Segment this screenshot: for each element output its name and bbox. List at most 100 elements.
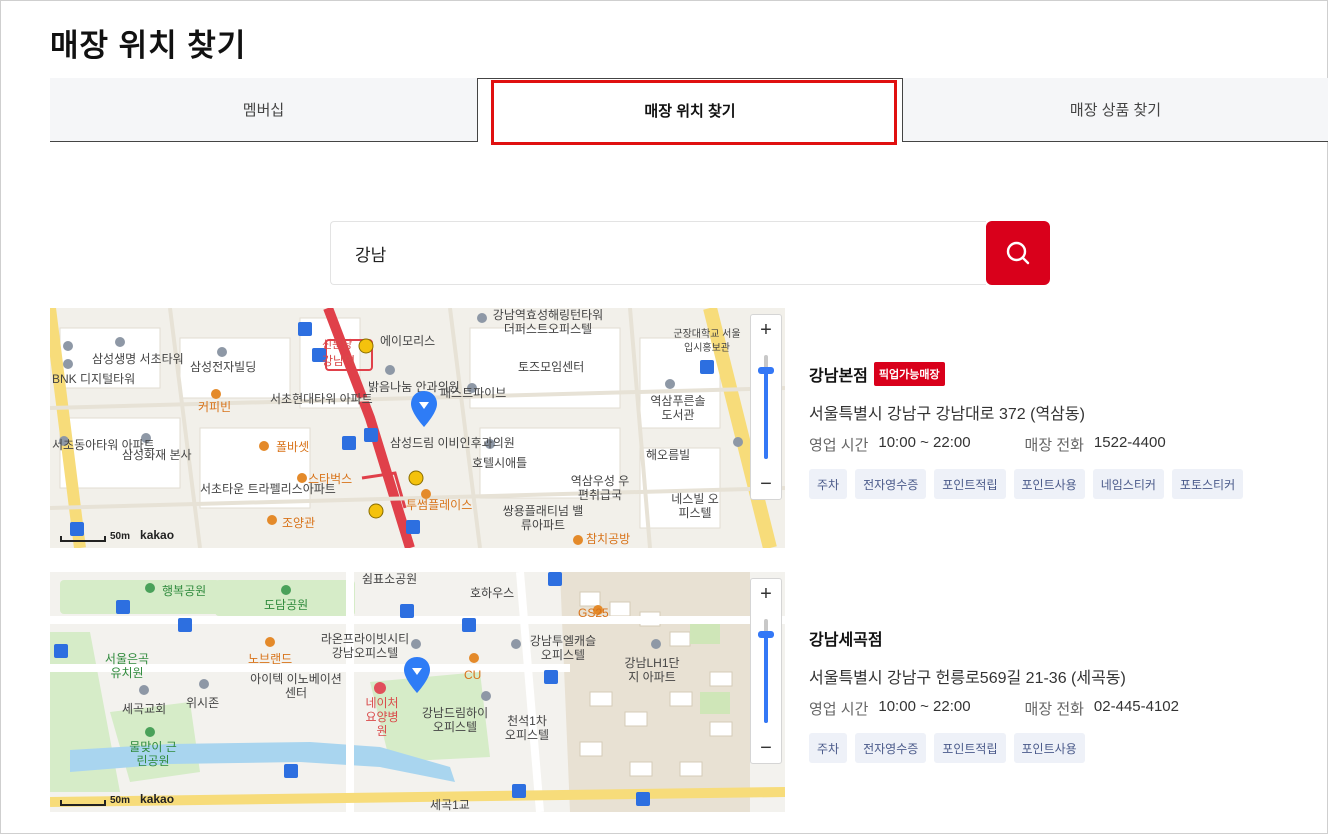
map-label: 역삼우성 우편취급국 [570,474,630,502]
map-label: 역삼푸른솔 도서관 [650,394,706,422]
map-label: 에이모리스 [380,334,436,348]
tab-highlight-box [491,80,897,145]
service-tag: 포토스티커 [1171,469,1244,499]
store-name[interactable]: 강남본점 [809,362,868,386]
map-label: 토즈모임센터 [518,360,585,374]
service-tags: 주차 전자영수증 포인트적립 포인트사용 네임스티커 포토스티커 [809,469,1244,499]
map-label: 쌍용플래티넘 밸류아파트 [502,504,584,532]
store-address: 서울특별시 강남구 헌릉로569길 21-36 (세곡동) [809,670,1126,687]
service-tags: 주차 전자영수증 포인트적립 포인트사용 [809,733,1179,763]
map-label: 서초타운 트라펠리스아파트 [200,482,336,496]
service-tag: 주차 [809,733,848,763]
map-label: 강남역 [322,354,356,368]
map-label: 노브랜드 [248,652,293,666]
scale-label: 50m [110,795,131,806]
store-item: 행복공원 도담공원 쉼표소공원 호하우스 GS25 서울은곡 유치원 노브랜드 … [50,572,1328,812]
service-tag: 주차 [809,469,848,499]
map-label: 삼성드림 이비인후과의원 [390,436,515,450]
map-label: 네스빌 오피스텔 [671,492,719,520]
map-label: 삼성화재 본사 [122,448,192,462]
map-label: 강남LH1단지 아파트 [624,656,680,684]
store-name-row: 강남본점 픽업가능매장 [809,362,1243,386]
map-label: 도담공원 [264,598,309,612]
zoom-in-button[interactable]: + [751,315,781,345]
map-scale: 50m kakao [60,792,174,806]
phone-label: 매장 전화 [1024,437,1084,454]
map-label: 천석1차 오피스텔 [504,714,550,742]
store-address: 서울특별시 강남구 강남대로 372 (역삼동) [809,406,1085,423]
map-label: 서울은곡 유치원 [104,652,150,680]
map-label: 투썸플레이스 [406,498,473,512]
hours-label: 영업 시간 [809,701,869,718]
map-label: 강남투엘캐슬 오피스텔 [529,634,597,662]
map-label: 조양관 [282,516,316,530]
store-map[interactable]: 행복공원 도담공원 쉼표소공원 호하우스 GS25 서울은곡 유치원 노브랜드 … [50,572,785,812]
store-info: 강남본점 픽업가능매장 서울특별시 강남구 강남대로 372 (역삼동) 영업 … [809,362,1244,499]
tab-store-location[interactable]: 매장 위치 찾기 [477,78,903,145]
store-info: 강남세곡점 서울특별시 강남구 헌릉로569길 21-36 (세곡동) 영업 시… [809,626,1179,763]
map-label: BNK 디지털타워 [52,372,136,386]
search-button[interactable] [986,221,1050,285]
page-title: 매장 위치 찾기 [50,28,247,63]
map-label: 호텔시애틀 [472,456,528,470]
scale-bar [60,536,106,542]
map-label: 네이처 요양병원 [365,696,399,738]
zoom-in-button[interactable]: + [751,579,781,609]
scale-bar [60,800,106,806]
zoom-level-fill [764,635,768,723]
store-map[interactable]: 삼성생명 서초타워 BNK 디지털타워 삼성전자빌딩 커피빈 서초현대타워 아파… [50,308,785,548]
phone-value: 1522-4400 [1093,434,1166,451]
location-pin-icon[interactable] [410,390,438,428]
zoom-slider-handle[interactable] [758,367,774,374]
map-label: 위시존 [186,696,220,710]
zoom-slider-handle[interactable] [758,631,774,638]
map-label: 라온프라이빗시티 강남오피스텔 [320,632,410,660]
zoom-level-fill [764,371,768,459]
phone-value: 02-445-4102 [1093,698,1179,715]
zoom-out-button[interactable]: − [751,733,781,763]
tab-store-products[interactable]: 매장 상품 찾기 [903,78,1328,142]
location-pin-icon[interactable] [403,656,431,694]
hours-value: 10:00 ~ 22:00 [878,434,971,451]
map-label: 아이텍 이노베이션센터 [250,672,342,700]
map-label: 세곡1교 [430,798,470,812]
map-label: 호하우스 [470,586,515,600]
store-name[interactable]: 강남세곡점 [809,626,883,650]
service-tag: 네임스티커 [1092,469,1164,499]
store-item: 삼성생명 서초타워 BNK 디지털타워 삼성전자빌딩 커피빈 서초현대타워 아파… [50,308,1328,548]
map-label: 삼성생명 서초타워 [92,352,184,366]
store-meta: 영업 시간 10:00 ~ 22:00 매장 전화 1522-4400 [809,434,1243,455]
map-provider-logo: kakao [140,528,175,542]
map-label: 강남역효성해링턴타워 더퍼스트오피스텔 [492,308,604,336]
store-meta: 영업 시간 10:00 ~ 22:00 매장 전화 02-445-4102 [809,698,1179,719]
map-label: 군장대학교 서울입시홍보관 [673,329,741,354]
map-label: 패스트파이브 [440,386,507,400]
zoom-slider[interactable] [758,619,774,723]
map-label: 행복공원 [162,584,207,598]
map-provider-logo: kakao [140,792,175,806]
zoom-out-button[interactable]: − [751,469,781,499]
map-label: 물맞이 근린공원 [129,740,177,768]
search-input[interactable] [330,221,986,285]
service-tag: 포인트사용 [1013,733,1085,763]
map-label: 커피빈 [198,400,232,414]
map-label: GS25 [578,606,609,620]
map-label: 신분당 [322,339,353,351]
map-scale: 50m kakao [60,528,174,542]
map-label: 강남드림하이 오피스텔 [421,706,489,734]
phone-label: 매장 전화 [1024,701,1084,718]
service-tag: 전자영수증 [855,469,927,499]
store-name-row: 강남세곡점 [809,626,1179,650]
tab-membership[interactable]: 멤버십 [50,78,477,142]
zoom-control: + − [750,578,782,764]
map-label: 해오름빌 [646,448,691,462]
zoom-slider[interactable] [758,355,774,459]
search-bar [330,221,1050,285]
map-label: 세곡교회 [122,702,167,716]
search-icon [1006,241,1030,265]
service-tag: 포인트적립 [934,469,1006,499]
map-label: CU [464,668,482,682]
hours-label: 영업 시간 [809,437,869,454]
hours-value: 10:00 ~ 22:00 [878,698,971,715]
map-label: 폴바셋 [276,440,310,454]
